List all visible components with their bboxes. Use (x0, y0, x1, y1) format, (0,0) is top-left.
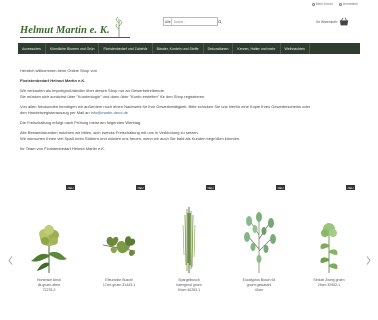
product-name-line: 43cm (254, 288, 264, 292)
nav-item-dekorationen[interactable]: Dekorationen (204, 43, 234, 54)
nav-item-accessoires[interactable]: Accessoires (18, 43, 46, 54)
logo-plant-icon (115, 16, 122, 37)
leaf-branch-image (102, 236, 136, 256)
nav-item-baender[interactable]: Bänder, Kordeln und Stoffe (153, 43, 204, 54)
product-card[interactable]: NEU Efeuranke Buschl 17cm gruen 31443-1 (93, 185, 145, 313)
cart-link[interactable]: Ihr Warenkorb (316, 17, 349, 27)
product-card[interactable]: NEU Spargelbusch haengend gruen 94cm 402… (163, 185, 215, 313)
product-card[interactable]: NEU Hortensie Arnol dk.gruen-ebne 72278-… (23, 185, 75, 313)
product-slider: NEU Hortensie Arnol dk.gruen-ebne 72278-… (8, 185, 370, 320)
product-name: Hortensie Arnol dk.gruen-ebne 72278-2 (23, 278, 75, 293)
hydrangea-image (31, 225, 67, 273)
search-button[interactable] (217, 18, 222, 25)
chevron-right-icon (366, 255, 370, 265)
product-name: Efeuranke Buschl 17cm gruen 31443-1 (93, 278, 145, 288)
account-label: Mein Konto (315, 2, 333, 6)
nav-item-floristenbedarf[interactable]: Floristenbedarf und Zubehör (99, 43, 153, 54)
nav-item-weihnachten[interactable]: Weihnachten (281, 43, 310, 54)
product-name: Spargelbusch haengend gruen 94cm 40253-1 (163, 278, 215, 293)
nav-label: Dekorationen (207, 46, 229, 51)
nav-item-kerzen[interactable]: Kerzen, Halter und mehr (233, 43, 281, 54)
new-badge: NEU (346, 185, 355, 191)
sedum-image (320, 223, 338, 273)
nav-label: Accessoires (22, 46, 41, 51)
hanging-grass-image (182, 207, 196, 273)
account-icon (311, 2, 315, 6)
search-bar: Alle (163, 17, 222, 26)
product-name: Seduie Zweig gruen 25cm 32902-1 (303, 278, 355, 288)
product-name-line: 72278-2 (42, 288, 56, 292)
search-icon (217, 19, 222, 24)
user-icon (338, 2, 342, 6)
product-name: Eucalyptus Busch 64 gruen gewaschl 43cm (233, 278, 285, 293)
nav-label: Weihnachten (284, 46, 305, 51)
product-card[interactable]: NEU Eucalyptus Busch 64 gruen gewaschl 4… (233, 185, 285, 313)
eucalyptus-image (244, 212, 276, 273)
product-name-line: 25cm 32902-1 (317, 283, 341, 287)
cart-label: Ihr Warenkorb (316, 20, 338, 24)
header: Helmut Martin e. K. Alle Ihr Warenkorb (0, 8, 378, 42)
site-logo[interactable]: Helmut Martin e. K. (20, 15, 140, 43)
chevron-left-icon (8, 255, 12, 265)
slider-next-button[interactable] (364, 255, 372, 265)
new-badge: NEU (276, 185, 285, 191)
nav-label: Kerzen, Halter und mehr (237, 46, 276, 51)
nav-item-kuenstliche-blumen[interactable]: Künstliche Blumen und Grün (46, 43, 100, 54)
logo-text: Helmut Martin e. K. (20, 25, 110, 36)
new-badge: NEU (66, 185, 75, 191)
nav-label: Bänder, Kordeln und Stoffe (156, 46, 199, 51)
top-bar: Mein Konto Anmelden (0, 0, 378, 8)
nav-label: Künstliche Blumen und Grün (49, 46, 95, 51)
paragraph-4-text: den Handelsregisterauszug per Mail an (20, 110, 91, 115)
search-input[interactable] (171, 18, 218, 25)
login-link[interactable]: Anmelden (338, 2, 358, 6)
main-nav: Accessoires Künstliche Blumen und Grün F… (18, 43, 360, 54)
new-badge: NEU (206, 185, 215, 191)
product-name-line: 17cm gruen 31443-1 (102, 283, 136, 287)
product-card[interactable]: NEU Seduie Zweig gruen 25cm 32902-1 (303, 185, 355, 313)
welcome-text: Herzlich willkommen beim Online Shop von… (20, 68, 356, 152)
search-category-value: Alle (165, 19, 171, 24)
slider-prev-button[interactable] (6, 255, 14, 265)
product-name-line: 94cm 40253-1 (177, 288, 201, 292)
account-link[interactable]: Mein Konto (311, 2, 333, 6)
nav-label: Floristenbedarf und Zubehör (103, 46, 148, 51)
signature: Ihr Team von Floristenbedarf Helmut Mart… (20, 146, 106, 151)
new-badge: NEU (136, 185, 145, 191)
email-link[interactable]: info@martin-deco.de (91, 110, 128, 115)
logo-underline (20, 37, 130, 38)
search-category-select[interactable]: Alle (164, 18, 172, 25)
login-label: Anmelden (342, 2, 358, 6)
shopping-basket-icon (340, 17, 349, 26)
